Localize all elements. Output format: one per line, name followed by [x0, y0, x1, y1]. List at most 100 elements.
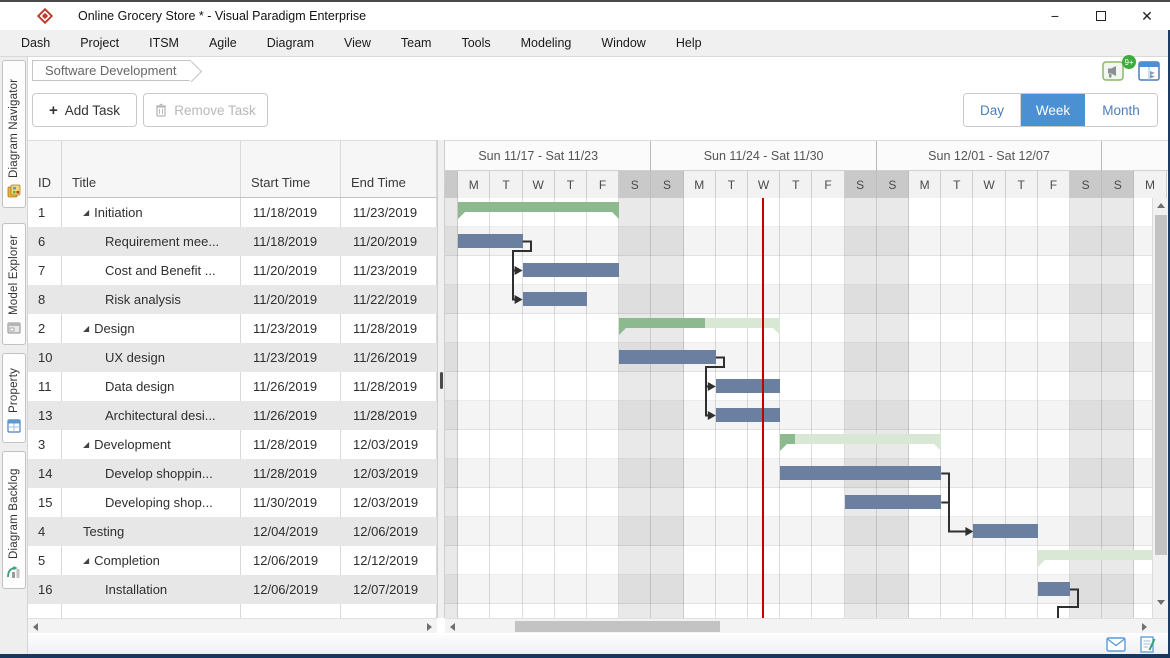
cell-id: 3: [38, 430, 45, 459]
remove-task-label: Remove Task: [174, 103, 256, 118]
view-mode-week[interactable]: Week: [1020, 94, 1085, 126]
day-header-14: S: [877, 171, 909, 198]
view-mode-month[interactable]: Month: [1085, 94, 1157, 126]
sidebar-tab-property[interactable]: Property: [2, 353, 26, 443]
table-row-task-5[interactable]: 5◢Completion12/06/201912/12/2019: [28, 546, 437, 575]
table-row-task-2[interactable]: 2◢Design11/23/201911/28/2019: [28, 314, 437, 343]
collapse-expander-icon[interactable]: ◢: [83, 208, 89, 217]
messages-icon[interactable]: [1106, 637, 1126, 652]
whats-new-button[interactable]: 9+: [1102, 59, 1130, 83]
menu-item-dash[interactable]: Dash: [6, 32, 65, 54]
table-scroll-left-arrow[interactable]: [33, 623, 38, 631]
sidebar-tab-label: Diagram Navigator: [8, 69, 20, 178]
layout-panes-button[interactable]: [1138, 61, 1160, 81]
gantt-main-area: IDTitleStart TimeEnd Time 1◢Initiation11…: [28, 135, 1168, 618]
cell-id: 5: [38, 546, 45, 575]
table-row-task-15[interactable]: 15Developing shop...11/30/201912/03/2019: [28, 488, 437, 517]
breadcrumb-tab-software-development[interactable]: Software Development: [32, 60, 191, 81]
menu-item-itsm[interactable]: ITSM: [134, 32, 194, 54]
menu-item-diagram[interactable]: Diagram: [252, 32, 329, 54]
cell-title: Developing shop...: [105, 488, 255, 517]
menu-item-tools[interactable]: Tools: [446, 32, 505, 54]
collapse-expander-icon[interactable]: ◢: [83, 556, 89, 565]
day-header-12: F: [812, 171, 844, 198]
sidebar-tab-model-explorer[interactable]: Model Explorer: [2, 223, 26, 345]
day-header-10: W: [748, 171, 780, 198]
day-header-19: F: [1038, 171, 1070, 198]
trash-icon: [155, 103, 167, 117]
task-title: Cost and Benefit ...: [105, 263, 216, 278]
scroll-down-arrow[interactable]: [1157, 600, 1165, 605]
week-header-0: Sun 11/17 - Sat 11/23: [445, 141, 651, 171]
cell-end-time: 11/23/2019: [353, 256, 417, 285]
property-icon: [7, 419, 21, 438]
window-bottom-border: [0, 654, 1170, 658]
scroll-up-arrow[interactable]: [1157, 203, 1165, 208]
vertical-scroll-thumb[interactable]: [1155, 215, 1167, 555]
window-top-border: [0, 0, 1170, 2]
chart-horizontal-scrollbar[interactable]: [445, 618, 1152, 633]
menu-item-team[interactable]: Team: [386, 32, 447, 54]
table-row-task-16[interactable]: 16Installation12/06/201912/07/2019: [28, 575, 437, 604]
remove-task-button[interactable]: Remove Task: [143, 93, 268, 127]
table-horizontal-scrollbar[interactable]: [28, 618, 437, 633]
table-row-task-6[interactable]: 6Requirement mee...11/18/201911/20/2019: [28, 227, 437, 256]
cell-id: 4: [38, 517, 45, 546]
task-title: Testing: [83, 524, 124, 539]
cell-start-time: 11/18/2019: [253, 227, 317, 256]
app-window: Online Grocery Store * - Visual Paradigm…: [0, 0, 1170, 658]
menu-item-view[interactable]: View: [329, 32, 386, 54]
day-header-13: S: [845, 171, 877, 198]
diagram-backlog-icon: [7, 565, 21, 584]
add-task-label: Add Task: [65, 103, 120, 118]
menu-item-agile[interactable]: Agile: [194, 32, 252, 54]
menu-item-project[interactable]: Project: [65, 32, 134, 54]
menu-item-modeling[interactable]: Modeling: [506, 32, 587, 54]
view-mode-day[interactable]: Day: [964, 94, 1020, 126]
table-row-task-4[interactable]: 4 Testing 12/04/2019 12/06/2019: [28, 517, 437, 546]
day-header-8: M: [684, 171, 716, 198]
table-row-task-11[interactable]: 11Data design11/26/201911/28/2019: [28, 372, 437, 401]
close-button[interactable]: ✕: [1124, 2, 1170, 30]
cell-start-time: 11/23/2019: [253, 314, 317, 343]
cell-end-time: 11/28/2019: [353, 401, 417, 430]
day-header-2: T: [490, 171, 522, 198]
table-chart-splitter[interactable]: [437, 140, 445, 618]
table-row-task-8[interactable]: 8Risk analysis11/20/201911/22/2019: [28, 285, 437, 314]
sidebar-tab-diagram-backlog[interactable]: Diagram Backlog: [2, 451, 26, 589]
task-table-header: IDTitleStart TimeEnd Time: [28, 140, 437, 198]
menu-item-window[interactable]: Window: [586, 32, 660, 54]
edit-document-icon[interactable]: [1140, 636, 1156, 653]
cell-id: 11: [38, 372, 52, 401]
minimize-button[interactable]: −: [1032, 2, 1078, 30]
table-row-task-10[interactable]: 10UX design11/23/201911/26/2019: [28, 343, 437, 372]
table-row-task-14[interactable]: 14Develop shoppin...11/28/201912/03/2019: [28, 459, 437, 488]
table-scroll-right-arrow[interactable]: [427, 623, 432, 631]
table-row-task-7[interactable]: 7 Cost and Benefit ... 11/20/2019 11/23/201…: [28, 256, 437, 285]
cell-start-time: 11/20/2019: [253, 256, 317, 285]
cell-end-time: 12/06/2019: [353, 517, 418, 546]
chart-scroll-left-arrow[interactable]: [450, 623, 455, 631]
task-title: Risk analysis: [105, 292, 181, 307]
add-task-button[interactable]: + Add Task: [32, 93, 137, 127]
cell-id: 7: [38, 256, 45, 285]
collapse-expander-icon[interactable]: ◢: [83, 324, 89, 333]
maximize-button[interactable]: [1078, 2, 1124, 30]
cell-start-time: 12/04/2019: [253, 517, 318, 546]
cell-title: ◢Completion: [83, 546, 233, 575]
left-tab-strip: Diagram Navigator Model Explorer Property D…: [0, 57, 28, 654]
chart-scroll-thumb[interactable]: [515, 621, 720, 632]
day-header-5: F: [587, 171, 619, 198]
table-row-task-1[interactable]: 1◢Initiation11/18/201911/23/2019: [28, 198, 437, 227]
splitter-handle[interactable]: [440, 372, 443, 389]
sidebar-tab-diagram-navigator[interactable]: Diagram Navigator: [2, 60, 26, 208]
chart-scroll-right-arrow[interactable]: [1142, 623, 1147, 631]
task-title: Initiation: [94, 205, 142, 220]
table-row-task-13[interactable]: 13Architectural desi...11/26/201911/28/2…: [28, 401, 437, 430]
table-row-task-3[interactable]: 3◢Development11/28/201912/03/2019: [28, 430, 437, 459]
gantt-vertical-scrollbar[interactable]: [1152, 198, 1168, 618]
view-mode-switcher: DayWeekMonth: [963, 93, 1158, 127]
diagram-navigator-icon: [7, 184, 21, 203]
collapse-expander-icon[interactable]: ◢: [83, 440, 89, 449]
menu-item-help[interactable]: Help: [661, 32, 717, 54]
